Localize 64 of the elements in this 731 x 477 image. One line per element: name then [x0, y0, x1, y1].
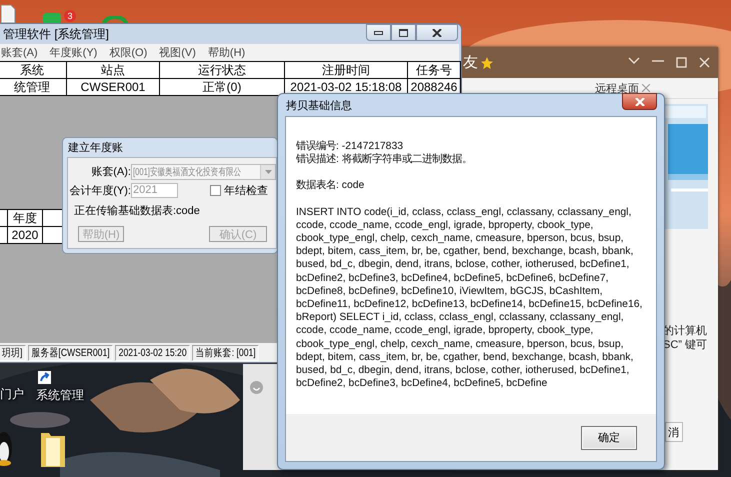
field-label: 会计年度(Y): [68, 184, 131, 198]
ok-button[interactable]: 确定 [581, 426, 637, 450]
dropdown-arrow-icon [264, 170, 272, 174]
error-text: 错误描述: 将截断字符串或二进制数据。 [296, 153, 473, 166]
smiley-icon [250, 381, 263, 394]
menu-item[interactable]: 权限(O) [109, 45, 148, 60]
menu-item[interactable]: 年度账(Y) [50, 45, 98, 60]
close-icon [634, 98, 644, 106]
menu-item[interactable]: 视图(V) [159, 45, 196, 60]
sql-text-line: bcDefine11, bcDefine12, bcDefine13, bcDefine14, bcDefine15, bcDefine16, [296, 298, 644, 312]
sql-text-line: cbook_type_engl, chelp, cexch_name, cmeasure, bperson, bcus, bsup, [296, 338, 625, 351]
column-header: 站点 [66, 61, 160, 79]
menu-item[interactable]: 账套(A) [1, 45, 38, 60]
column-header: 运行状态 [159, 61, 285, 79]
icon-label[interactable]: 系统管理 [36, 387, 84, 404]
column-header: 任务号 [407, 61, 461, 79]
sql-text-line: bused, bd_c, dbegin, dend, itrans, bclose, cother, iotherused, bcDefine1, [296, 258, 630, 272]
column-header: 注册时间 [284, 61, 408, 79]
sql-text-line: ccode, ccode_name, ccode_engl, igrade, bproperty, cbook_type, [296, 218, 594, 232]
maximize-icon [399, 28, 408, 36]
status-field: 服务器[CWSER001] [28, 344, 113, 360]
close-icon [432, 28, 442, 36]
chevron-down-icon [628, 57, 640, 65]
status-field: 2021-03-02 15:20 [115, 344, 190, 360]
menu-item[interactable]: 帮助(H) [208, 45, 246, 60]
dialog-title: 拷贝基础信息 [286, 98, 352, 112]
checkbox-label: 年结检查 [224, 184, 268, 198]
sql-text-line: cbook_type_engl, chelp, cexch_name, cmeasure, bperson, bcus, bsup, [296, 232, 625, 246]
icon-label[interactable]: 门户 [0, 386, 24, 403]
app-icon [102, 16, 128, 24]
progress-text: 正在传输基础数据表:code [74, 204, 201, 218]
sql-text-line: bcDefine8, bcDefine9, bcDefine10, iViewItem, bGCJS, bCashItem, [296, 284, 604, 298]
close-button[interactable] [622, 93, 657, 110]
checkbox[interactable] [210, 185, 221, 196]
close-icon [642, 84, 650, 92]
status-field: 玥玥] [0, 344, 26, 360]
sql-text-line: bReport) SELECT i_id, cclass, cclass_engl, cclassany, cclassany_engl, [296, 311, 625, 324]
app-icon [0, 430, 12, 466]
sql-text-line: bdept, bitem, cass_item, br, be, cgather, bend, bexchange, bcash, bbank, [296, 245, 634, 258]
sql-text-line: bcDefine2, bcDefine3, bcDefine4, bcDefine5, bcDefine [296, 377, 548, 390]
tab[interactable]: 远程桌面 [595, 80, 639, 96]
maximize-icon [676, 57, 687, 68]
status-field: 当前账套: [001] [192, 344, 259, 360]
close-icon [699, 57, 710, 68]
sql-text-line: bused, bd_c, dbegin, dend, itrans, bclose, cother, iotherused, bcDefine1, [296, 364, 630, 378]
cancel-button[interactable]: 消 [665, 422, 683, 442]
sql-text-line: ccode, ccode_name, ccode_engl, igrade, bproperty, cbook_type, [296, 324, 594, 338]
sql-text-line: bcDefine2, bcDefine3, bcDefine4, bcDefine5, bcDefine6, bcDefine7, [296, 272, 610, 285]
window-title: 友 [463, 53, 478, 72]
field-label: 账套(A): [90, 165, 131, 179]
close-button[interactable] [416, 24, 458, 41]
sql-text-line: bdept, bitem, cass_item, br, be, cgather, bend, bexchange, bcash, bbank, [296, 350, 634, 364]
table-cell[interactable]: 统管理 [0, 78, 67, 96]
window-title: 管理软件 [系统管理] [3, 26, 110, 42]
document-icon [0, 4, 16, 23]
sql-text-line: INSERT INTO code(i_id, cclass, cclass_engl, cclassany, cclassany_engl, [296, 206, 632, 219]
minimize-icon [374, 30, 383, 34]
star-icon [481, 56, 493, 68]
maximize-button[interactable] [391, 24, 416, 41]
table-name-text: 数据表名: code [296, 179, 366, 193]
error-text: 错误编号: -2147217833 [296, 140, 404, 153]
dialog-title: 建立年度账 [68, 140, 123, 155]
shortcut-icon [38, 371, 51, 384]
minimize-button[interactable] [366, 24, 391, 41]
